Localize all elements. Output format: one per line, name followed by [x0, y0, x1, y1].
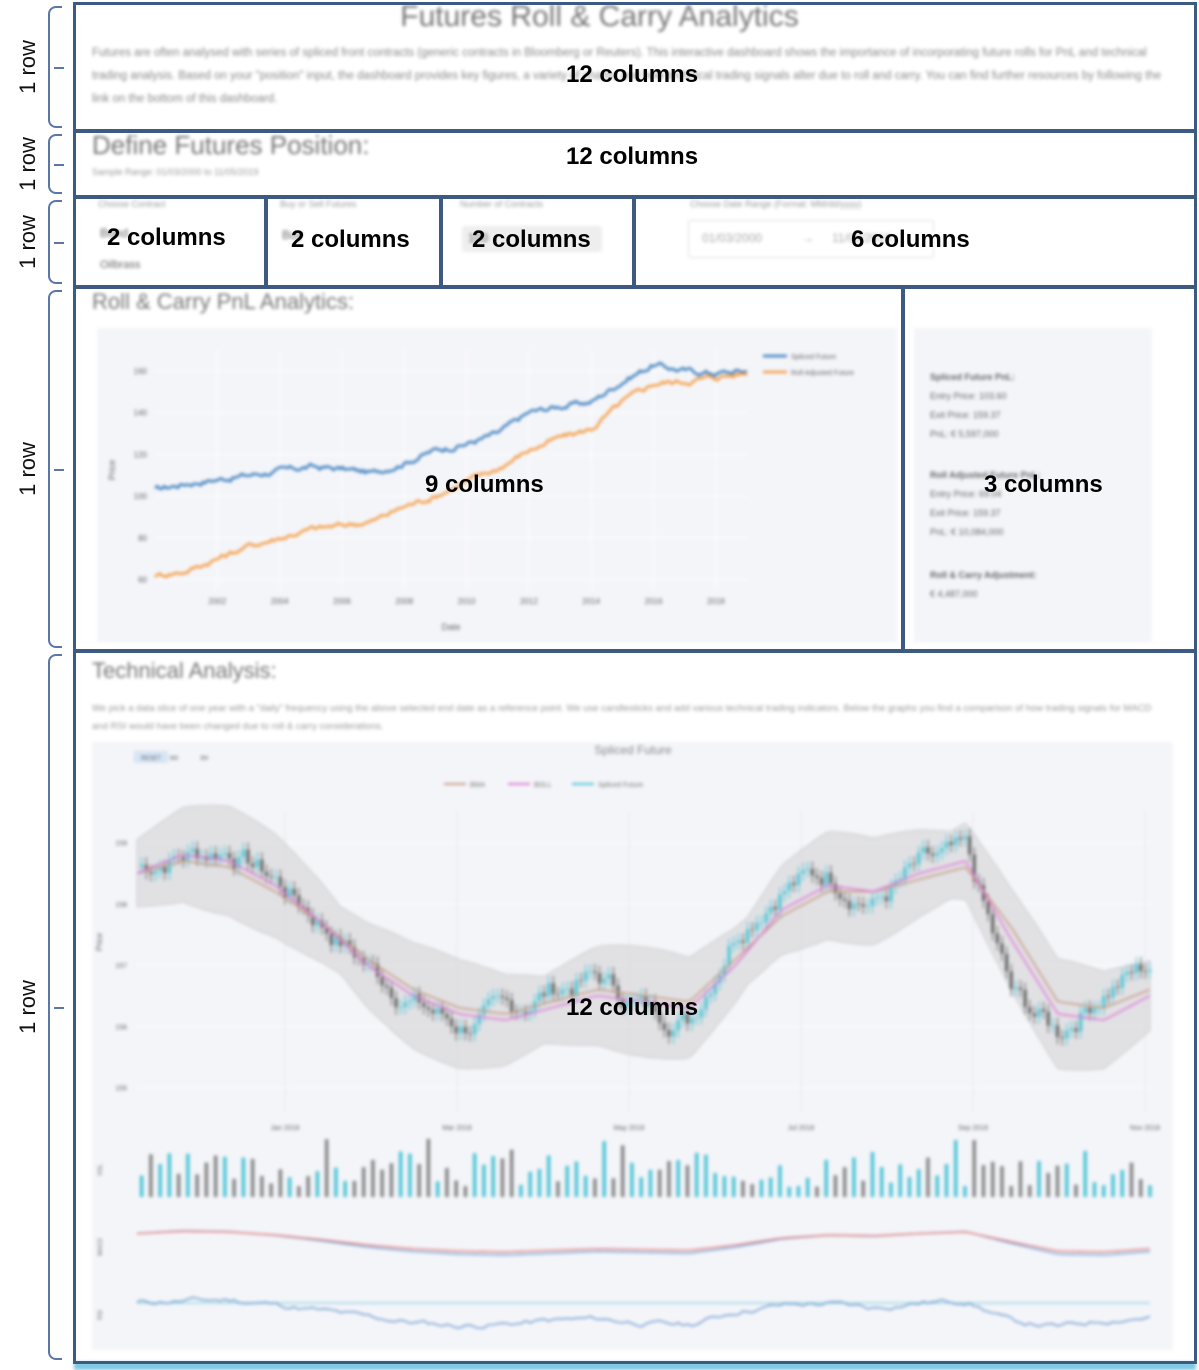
- col-label-pnl-stats: 3 columns: [984, 471, 1103, 498]
- col-label-contracts: 2 columns: [472, 226, 591, 253]
- col-label-pnl-chart: 9 columns: [425, 471, 544, 498]
- row-brace-2: [48, 134, 64, 194]
- row-brace-3: [48, 200, 64, 284]
- col-label-daterange: 6 columns: [851, 226, 970, 253]
- row-label-1: 1 row: [15, 40, 41, 94]
- col-label-position: 12 columns: [566, 143, 699, 170]
- col-label-technical: 12 columns: [566, 994, 699, 1021]
- grid-cell-pnl-stats: [902, 286, 1197, 652]
- row-brace-4: [48, 290, 64, 648]
- row-brace-5: [48, 654, 64, 1360]
- col-label-buysell: 2 columns: [291, 226, 410, 253]
- grid-cell-pnl-chart: [73, 286, 904, 652]
- row-label-3: 1 row: [15, 215, 41, 269]
- row-label-4: 1 row: [15, 442, 41, 496]
- col-label-contract: 2 columns: [107, 224, 226, 251]
- row-label-2: 1 row: [15, 137, 41, 191]
- row-brace-1: [48, 6, 64, 128]
- row-label-5: 1 row: [15, 980, 41, 1034]
- col-label-header: 12 columns: [566, 61, 699, 88]
